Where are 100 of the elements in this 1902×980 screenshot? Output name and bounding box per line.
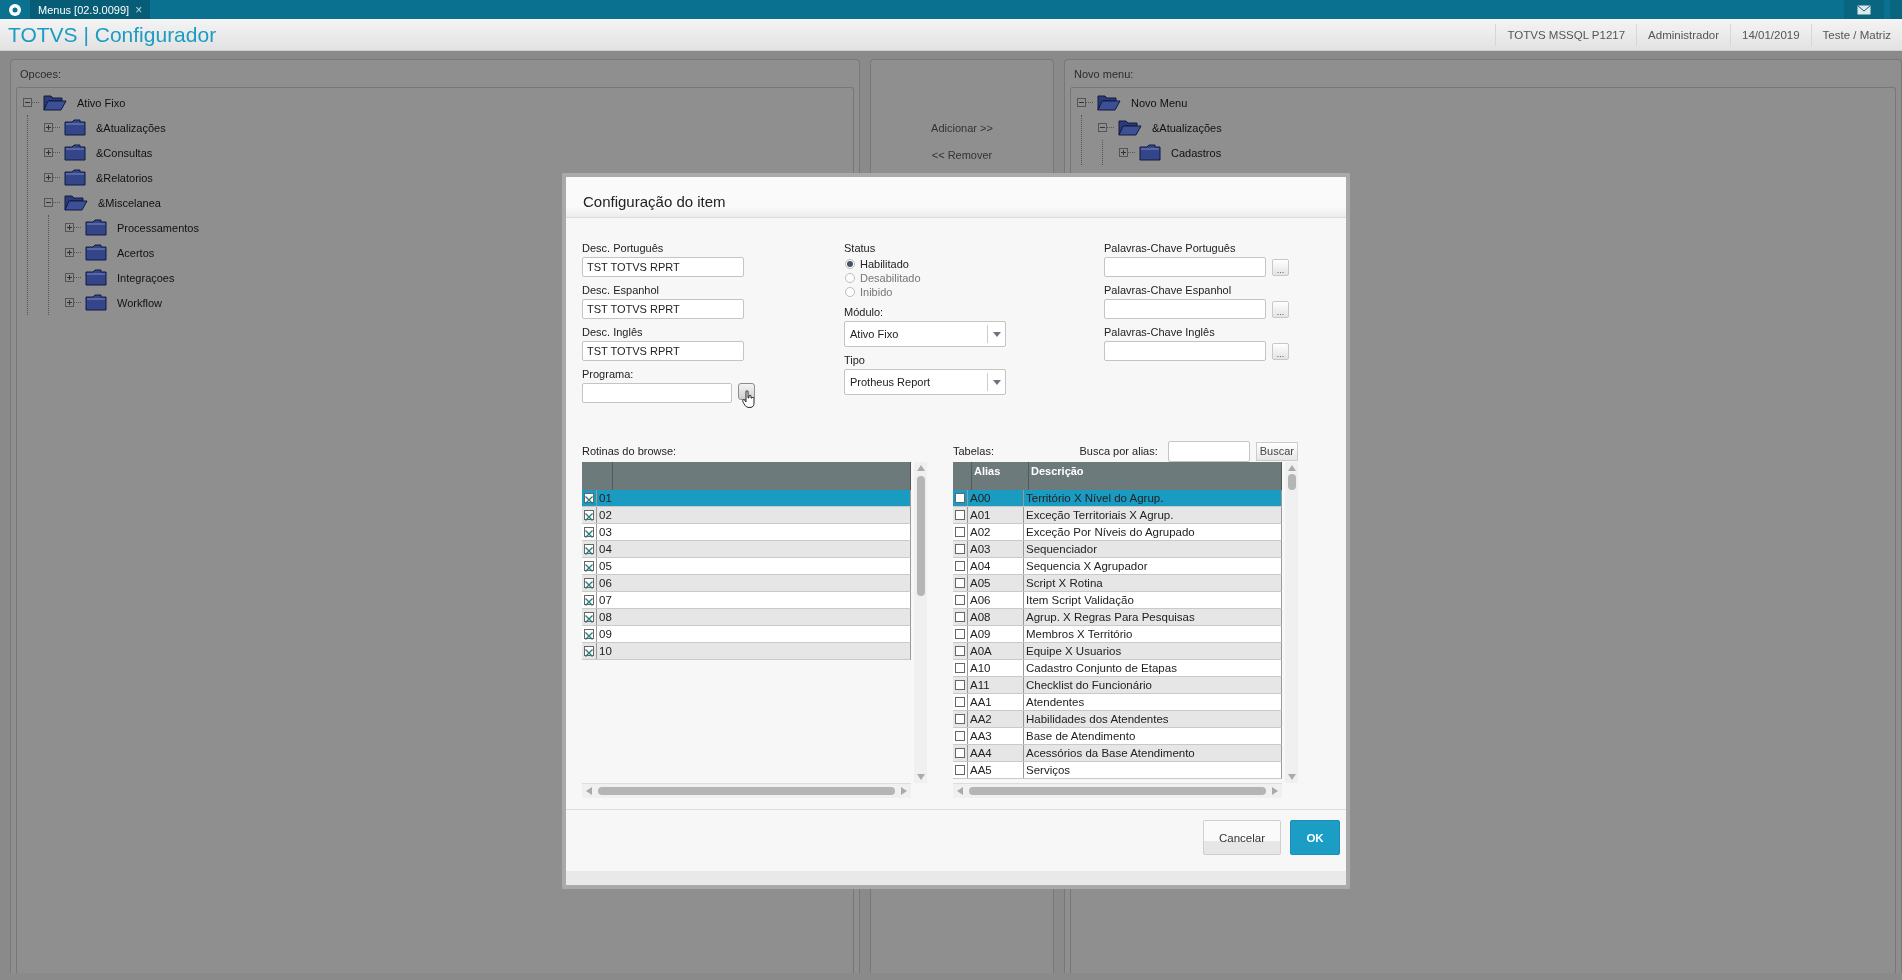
cancel-button[interactable]: Cancelar	[1203, 820, 1281, 855]
radio-button[interactable]	[845, 273, 855, 283]
checkbox[interactable]	[584, 510, 594, 520]
expand-toggle-icon[interactable]	[44, 123, 53, 132]
input-field[interactable]	[582, 383, 732, 403]
checkbox[interactable]	[584, 646, 594, 656]
input-field[interactable]: TST TOTVS RPRT	[582, 341, 744, 361]
checkbox[interactable]	[955, 493, 965, 503]
table-row[interactable]: AA2 Habilidades dos Atendentes	[953, 711, 1282, 728]
checkbox[interactable]	[584, 612, 594, 622]
checkbox[interactable]	[584, 629, 594, 639]
table-row[interactable]: A00 Território X Nível do Agrup.	[953, 490, 1282, 507]
checkbox[interactable]	[955, 765, 965, 775]
tree-item[interactable]: &Miscelanea	[98, 196, 161, 209]
radio-label[interactable]: Desabilitado	[860, 272, 921, 284]
collapse-toggle-icon[interactable]	[23, 98, 32, 107]
table-row[interactable]: AA4 Acessórios da Base Atendimento	[953, 745, 1282, 762]
caret-icon[interactable]	[992, 331, 1001, 337]
radio-button[interactable]	[845, 259, 855, 269]
radio-label[interactable]: Inibido	[860, 286, 893, 298]
tree-item[interactable]: Acertos	[117, 246, 155, 259]
remove-link[interactable]: << Remover	[931, 149, 993, 161]
window-tab[interactable]: Menus [02.9.0099] ×	[30, 0, 151, 19]
radio-label[interactable]: Habilitado	[860, 258, 909, 270]
table-row[interactable]: A04 Sequencia X Agrupador	[953, 558, 1282, 575]
checkbox[interactable]	[584, 527, 594, 537]
table-row[interactable]: A09 Membros X Território	[953, 626, 1282, 643]
input-field[interactable]	[1104, 341, 1266, 361]
table-row[interactable]: A02 Exceção Por Níveis do Agrupado	[953, 524, 1282, 541]
table-row[interactable]: A03 Sequenciador	[953, 541, 1282, 558]
checkbox[interactable]	[955, 510, 965, 520]
expand-toggle-icon[interactable]	[44, 148, 53, 157]
table-row[interactable]: AA1 Atendentes	[953, 694, 1282, 711]
close-icon[interactable]: ×	[135, 2, 143, 17]
checkbox[interactable]	[584, 561, 594, 571]
table-row[interactable]: A05 Script X Rotina	[953, 575, 1282, 592]
checkbox[interactable]	[955, 748, 965, 758]
tree-item[interactable]: Integraçoes	[117, 271, 175, 284]
ellipsis-button[interactable]: ...	[1272, 301, 1289, 318]
tree-item[interactable]: &Relatorios	[96, 171, 153, 184]
tree-item[interactable]: Ativo Fixo	[77, 96, 126, 109]
collapse-toggle-icon[interactable]	[1077, 98, 1086, 107]
table-row[interactable]: A0A Equipe X Usuarios	[953, 643, 1282, 660]
dropdown[interactable]: Protheus Report	[844, 369, 1006, 395]
table-row[interactable]: A06 Item Script Validação	[953, 592, 1282, 609]
checkbox[interactable]	[955, 561, 965, 571]
checkbox[interactable]	[955, 629, 965, 639]
input-field[interactable]	[1104, 257, 1266, 277]
tree-item[interactable]: Novo Menu	[1131, 96, 1188, 109]
expand-toggle-icon[interactable]	[65, 223, 74, 232]
checkbox[interactable]	[955, 595, 965, 605]
tree-item[interactable]: &Consultas	[96, 146, 153, 159]
checkbox[interactable]	[584, 493, 594, 503]
checkbox[interactable]	[955, 612, 965, 622]
vertical-scrollbar[interactable]	[914, 462, 927, 783]
ellipsis-button[interactable]: ...	[1272, 343, 1289, 360]
input-field[interactable]: TST TOTVS RPRT	[582, 299, 744, 319]
table-row[interactable]: A10 Cadastro Conjunto de Etapas	[953, 660, 1282, 677]
ellipsis-button[interactable]: ...	[1272, 259, 1289, 276]
checkbox[interactable]	[955, 731, 965, 741]
tree-item[interactable]: &Atualizações	[96, 121, 166, 134]
checkbox[interactable]	[584, 595, 594, 605]
dropdown[interactable]: Ativo Fixo	[844, 321, 1006, 347]
table-row[interactable]: AA3 Base de Atendimento	[953, 728, 1282, 745]
checkbox[interactable]	[955, 527, 965, 537]
expand-toggle-icon[interactable]	[44, 173, 53, 182]
caret-icon[interactable]	[992, 379, 1001, 385]
vertical-scrollbar[interactable]	[1285, 462, 1298, 783]
expand-toggle-icon[interactable]	[65, 298, 74, 307]
horizontal-scrollbar[interactable]	[953, 783, 1282, 798]
table-row[interactable]: A01 Exceção Territoriais X Agrup.	[953, 507, 1282, 524]
expand-toggle-icon[interactable]	[65, 273, 74, 282]
checkbox[interactable]	[955, 544, 965, 554]
add-link[interactable]: Adicionar >>	[931, 122, 993, 134]
horizontal-scrollbar[interactable]	[582, 783, 911, 798]
checkbox[interactable]	[955, 578, 965, 588]
checkbox[interactable]	[955, 646, 965, 656]
tree-item[interactable]: Workflow	[117, 296, 163, 309]
table-row[interactable]: A11 Checklist do Funcionário	[953, 677, 1282, 694]
tree-item[interactable]: Cadastros	[1171, 146, 1222, 159]
mail-button[interactable]	[1844, 0, 1884, 19]
checkbox[interactable]	[584, 578, 594, 588]
collapse-toggle-icon[interactable]	[1098, 123, 1107, 132]
input-field[interactable]: TST TOTVS RPRT	[582, 257, 744, 277]
checkbox[interactable]	[955, 697, 965, 707]
tree-item[interactable]: Processamentos	[117, 221, 199, 234]
checkbox[interactable]	[955, 680, 965, 690]
tree-item[interactable]: &Atualizações	[1152, 121, 1222, 134]
expand-toggle-icon[interactable]	[1119, 148, 1128, 157]
collapse-toggle-icon[interactable]	[44, 198, 53, 207]
table-row[interactable]: A08 Agrup. X Regras Para Pesquisas	[953, 609, 1282, 626]
radio-button[interactable]	[845, 287, 855, 297]
table-row[interactable]: AA5 Serviços	[953, 762, 1282, 779]
expand-toggle-icon[interactable]	[65, 248, 74, 257]
checkbox[interactable]	[584, 544, 594, 554]
search-button[interactable]: Buscar	[1255, 441, 1298, 461]
checkbox[interactable]	[955, 663, 965, 673]
input-field[interactable]	[1104, 299, 1266, 319]
checkbox[interactable]	[955, 714, 965, 724]
search-field[interactable]	[1167, 440, 1250, 462]
